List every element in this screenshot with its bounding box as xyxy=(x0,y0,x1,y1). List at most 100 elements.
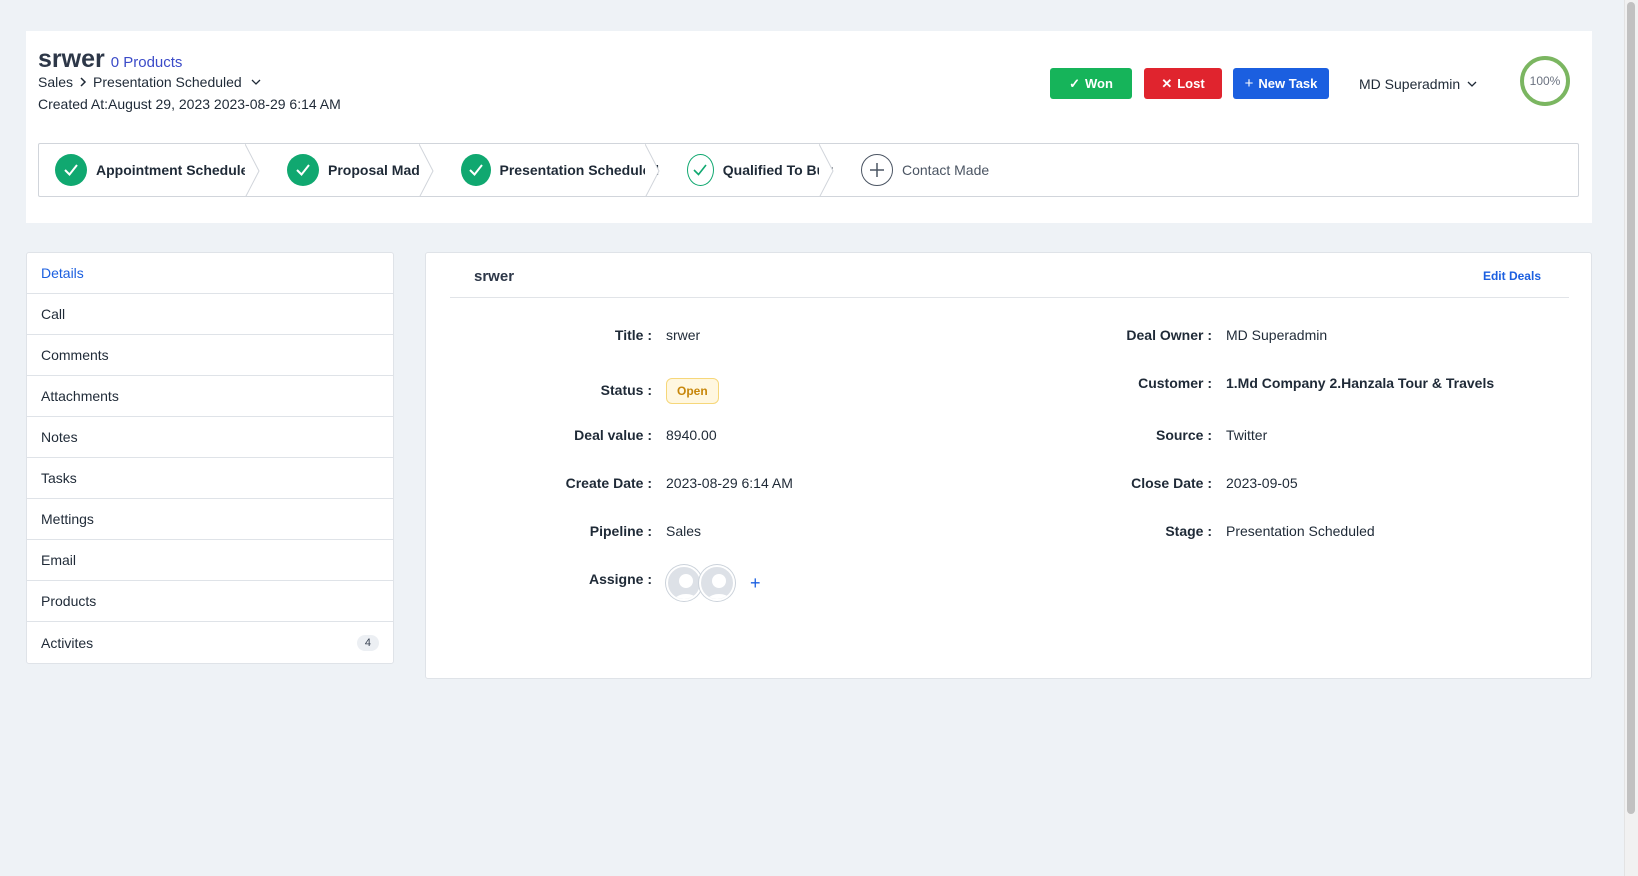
sidebar-item-notes[interactable]: Notes xyxy=(27,417,393,458)
owner-label: MD Superadmin xyxy=(1359,75,1461,92)
field-value: Sales xyxy=(666,523,702,539)
vertical-scrollbar[interactable] xyxy=(1624,0,1638,876)
progress-ring: 100% xyxy=(1519,55,1571,107)
stage-contact-made[interactable]: Contact Made xyxy=(833,144,1033,196)
field-deal-owner: Deal Owner : MD Superadmin xyxy=(1046,327,1327,343)
field-key: Assigne : xyxy=(588,571,652,587)
field-value: 8940.00 xyxy=(666,427,717,443)
field-value: Presentation Scheduled xyxy=(1226,523,1375,539)
field-key: Deal value : xyxy=(574,427,652,443)
field-value: Twitter xyxy=(1226,427,1268,443)
stage-label: Proposal Made xyxy=(328,162,428,178)
sidebar-item-activites[interactable]: Activites 4 xyxy=(27,622,393,663)
stage-separator xyxy=(819,144,834,196)
chevron-right-icon xyxy=(80,77,87,87)
deal-title-row: srwer 0 Products xyxy=(38,45,182,74)
add-assignee-icon[interactable]: + xyxy=(750,573,761,594)
sidebar-item-call[interactable]: Call xyxy=(27,294,393,335)
sidebar-item-label: Attachments xyxy=(41,388,119,404)
details-title: srwer xyxy=(474,268,515,285)
stage-separator xyxy=(419,144,434,196)
field-key: Pipeline : xyxy=(589,523,652,539)
sidebar-item-email[interactable]: Email xyxy=(27,540,393,581)
sidebar-item-details[interactable]: Details xyxy=(27,253,393,294)
stage-appointment-scheduled[interactable]: Appointment Scheduled xyxy=(39,144,260,196)
sidebar-item-label: Email xyxy=(41,552,77,568)
field-key: Stage : xyxy=(1165,523,1212,539)
plus-circle-icon xyxy=(861,154,893,186)
breadcrumb: Sales Presentation Scheduled xyxy=(38,74,262,90)
field-key: Source : xyxy=(1155,427,1212,443)
field-key: Status : xyxy=(600,382,652,398)
avatar[interactable] xyxy=(699,565,735,601)
field-value: MD Superadmin xyxy=(1226,327,1328,343)
field-title: Title : srwer xyxy=(426,327,700,343)
field-key: Customer : xyxy=(1138,375,1212,391)
assignee-avatars: + xyxy=(666,565,761,601)
details-panel-header: srwer Edit Deals xyxy=(450,253,1569,298)
deal-actions: ✓ Won ✕ Lost + New Task MD Superadmin xyxy=(1050,68,1478,99)
field-value: 2023-08-29 6:14 AM xyxy=(666,475,793,491)
new-task-button[interactable]: + New Task xyxy=(1233,68,1329,99)
sidebar-item-label: Tasks xyxy=(41,470,77,486)
sidebar-item-attachments[interactable]: Attachments xyxy=(27,376,393,417)
field-key: Create Date : xyxy=(565,475,652,491)
chevron-down-icon xyxy=(1467,81,1477,87)
sidebar-item-label: Call xyxy=(41,306,66,322)
deal-sidebar: Details Call Comments Attachments Notes … xyxy=(26,252,394,664)
sidebar-item-comments[interactable]: Comments xyxy=(27,335,393,376)
check-circle-icon xyxy=(287,154,319,186)
new-task-label: New Task xyxy=(1258,76,1318,91)
sidebar-item-label: Products xyxy=(41,593,97,609)
deal-header: srwer 0 Products Sales Presentation Sche… xyxy=(26,31,1592,223)
stage-bar: Appointment Scheduled Proposal Made Pres… xyxy=(38,143,1579,197)
field-key: Title : xyxy=(614,327,652,343)
close-icon: ✕ xyxy=(1161,75,1173,91)
stage-label: Presentation Scheduled xyxy=(499,162,659,178)
sidebar-item-mettings[interactable]: Mettings xyxy=(27,499,393,540)
won-button[interactable]: ✓ Won xyxy=(1050,68,1132,99)
stage-separator xyxy=(645,144,660,196)
stage-label: Qualified To Buy xyxy=(722,162,833,178)
sidebar-item-label: Comments xyxy=(41,347,109,363)
sidebar-item-label: Mettings xyxy=(41,511,94,527)
stage-separator xyxy=(245,144,260,196)
avatar[interactable] xyxy=(666,565,702,601)
sidebar-item-products[interactable]: Products xyxy=(27,581,393,622)
progress-text: 100% xyxy=(1529,74,1561,88)
field-value: srwer xyxy=(666,327,701,343)
lost-label: Lost xyxy=(1177,76,1205,91)
stage-label: Appointment Scheduled xyxy=(96,162,257,178)
deal-name: srwer xyxy=(38,45,105,73)
stage-proposal-made[interactable]: Proposal Made xyxy=(259,144,434,196)
owner-dropdown[interactable]: MD Superadmin xyxy=(1359,76,1478,92)
details-panel: srwer Edit Deals Title : srwer Status : … xyxy=(425,252,1592,679)
check-circle-icon xyxy=(461,154,491,186)
won-label: Won xyxy=(1084,76,1113,91)
stage-presentation-scheduled[interactable]: Presentation Scheduled xyxy=(433,144,660,196)
sidebar-item-tasks[interactable]: Tasks xyxy=(27,458,393,499)
chevron-down-icon[interactable] xyxy=(250,76,262,88)
stage-qualified-to-buy[interactable]: Qualified To Buy xyxy=(659,144,834,196)
stage-label: Contact Made xyxy=(902,162,990,178)
field-create-date: Create Date : 2023-08-29 6:14 AM xyxy=(426,475,793,491)
edit-deals-link[interactable]: Edit Deals xyxy=(1483,269,1541,283)
products-link[interactable]: 0 Products xyxy=(111,54,183,71)
field-key: Deal Owner : xyxy=(1126,327,1212,343)
sidebar-item-label: Notes xyxy=(41,429,78,445)
sidebar-item-label: Details xyxy=(41,265,84,281)
field-value: 2023-09-05 xyxy=(1226,475,1298,491)
field-value: 1.Md Company 2.Hanzala Tour & Travels xyxy=(1226,375,1495,391)
breadcrumb-pipeline[interactable]: Sales xyxy=(38,74,73,90)
field-stage: Stage : Presentation Scheduled xyxy=(1046,523,1375,539)
status-badge: Open xyxy=(666,378,719,404)
breadcrumb-stage[interactable]: Presentation Scheduled xyxy=(93,74,242,90)
check-icon: ✓ xyxy=(1069,75,1080,91)
scrollbar-thumb[interactable] xyxy=(1627,2,1635,814)
field-deal-value: Deal value : 8940.00 xyxy=(426,427,717,443)
check-circle-icon xyxy=(55,154,87,186)
lost-button[interactable]: ✕ Lost xyxy=(1144,68,1222,99)
activity-count-badge: 4 xyxy=(356,634,379,651)
field-status: Status : Open xyxy=(426,378,719,404)
field-source: Source : Twitter xyxy=(1046,427,1267,443)
